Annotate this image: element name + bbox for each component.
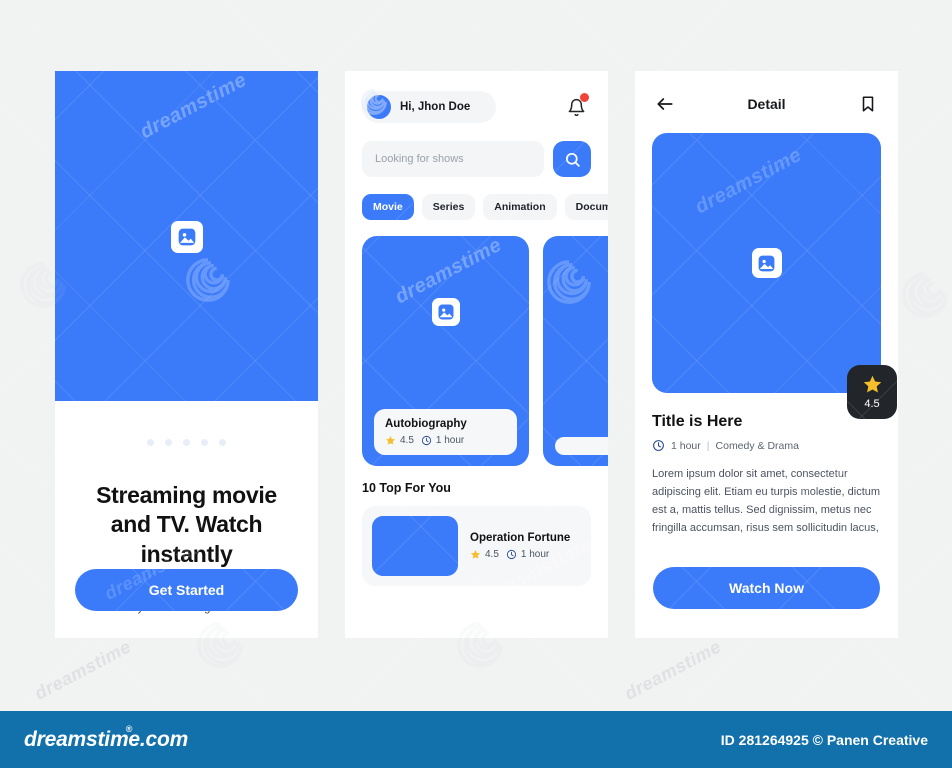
section-title-top-for-you: 10 Top For You bbox=[362, 481, 451, 495]
avatar bbox=[367, 95, 391, 119]
movie-duration: 1 hour bbox=[671, 439, 701, 452]
movie-card[interactable] bbox=[543, 236, 608, 466]
dreamstime-logo-text: dreamstime.com bbox=[24, 727, 189, 751]
phone-screen-onboarding: Streaming movie and TV. Watch instantly … bbox=[55, 71, 318, 638]
dreamstime-footer: ® dreamstime.com ID 281264925 © Panen Cr… bbox=[0, 711, 952, 768]
search-row bbox=[362, 141, 591, 177]
star-icon bbox=[470, 549, 481, 559]
watch-now-button[interactable]: Watch Now bbox=[653, 567, 880, 609]
greeting-text: Hi, Jhon Doe bbox=[400, 101, 471, 113]
star-icon bbox=[385, 435, 396, 445]
status-badge: 4.5 bbox=[847, 365, 897, 419]
page-title: Streaming movie and TV. Watch instantly bbox=[96, 482, 277, 567]
bookmark-icon bbox=[862, 96, 874, 112]
movie-card-info: Autobiography 4.5 1 hour bbox=[374, 409, 517, 455]
list-item-thumbnail bbox=[372, 516, 458, 576]
list-item-title: Operation Fortune bbox=[470, 532, 571, 544]
image-placeholder-icon bbox=[170, 221, 203, 253]
detail-hero-image: 4.5 bbox=[652, 133, 897, 419]
pager-dot[interactable] bbox=[165, 439, 172, 446]
chip-documentary[interactable]: Docum bbox=[564, 194, 608, 220]
movie-meta: 1 hour | Comedy & Drama bbox=[652, 439, 881, 452]
onboarding-hero bbox=[55, 71, 318, 401]
image-credit: ID 281264925 © Panen Creative bbox=[720, 731, 928, 748]
featured-cards-row: Autobiography 4.5 1 hour bbox=[362, 236, 608, 466]
list-item-meta: 4.5 1 hour bbox=[470, 549, 570, 560]
greeting-pill[interactable]: Hi, Jhon Doe bbox=[362, 91, 497, 123]
chip-animation[interactable]: Animation bbox=[483, 194, 557, 220]
movie-genre: Comedy & Drama bbox=[715, 439, 799, 452]
dreamstime-logo: ® dreamstime.com bbox=[24, 724, 189, 752]
watermark-text: dreamstime bbox=[31, 636, 135, 704]
movie-description: Lorem ipsum dolor sit amet, consectetur … bbox=[652, 468, 881, 535]
pager-dot[interactable] bbox=[201, 439, 208, 446]
pager-dots[interactable] bbox=[55, 439, 318, 446]
notification-badge-dot bbox=[580, 93, 589, 102]
watermark-text: dreamstime bbox=[621, 636, 725, 704]
clock-icon bbox=[506, 549, 516, 560]
pager-dot[interactable] bbox=[219, 439, 226, 446]
movie-card-meta: 4.5 1 hour bbox=[385, 435, 506, 446]
movie-card-info bbox=[555, 437, 608, 455]
image-placeholder-icon bbox=[751, 248, 782, 278]
image-placeholder-icon bbox=[431, 298, 460, 326]
meta-separator: | bbox=[706, 439, 710, 452]
back-button[interactable] bbox=[652, 91, 678, 117]
movie-card-duration: 1 hour bbox=[435, 435, 465, 446]
movie-card-title: Autobiography bbox=[385, 418, 467, 430]
movie-card-rating: 4.5 bbox=[400, 435, 414, 446]
clock-icon bbox=[421, 435, 431, 446]
star-icon bbox=[863, 375, 881, 393]
search-button[interactable] bbox=[553, 141, 591, 177]
get-started-button[interactable]: Get Started bbox=[75, 569, 298, 611]
search-icon bbox=[565, 152, 580, 167]
phone-screen-home: Hi, Jhon Doe Looking for shows Movie Ser… bbox=[345, 71, 608, 638]
watermark-spiral bbox=[902, 272, 948, 318]
arrow-left-icon bbox=[657, 98, 673, 110]
page-title: Detail bbox=[747, 96, 786, 112]
rating-value: 4.5 bbox=[864, 398, 880, 410]
pager-dot[interactable] bbox=[147, 439, 154, 446]
pager-dot[interactable] bbox=[183, 439, 190, 446]
movie-title: Title is Here bbox=[652, 413, 743, 430]
category-chips: Movie Series Animation Docum bbox=[362, 194, 608, 220]
home-header: Hi, Jhon Doe bbox=[362, 91, 591, 123]
chip-movie[interactable]: Movie bbox=[362, 194, 414, 220]
search-input[interactable] bbox=[375, 153, 531, 165]
screenshot-stage: Streaming movie and TV. Watch instantly … bbox=[0, 0, 952, 768]
phone-screen-detail: Detail 4.5 Title is Here 1 hour | Comedy… bbox=[635, 71, 898, 638]
list-item-rating: 4.5 bbox=[485, 549, 499, 560]
bookmark-button[interactable] bbox=[855, 91, 881, 117]
chip-series[interactable]: Series bbox=[421, 194, 476, 220]
notification-button[interactable] bbox=[561, 92, 591, 122]
registered-mark: ® bbox=[125, 723, 133, 734]
list-item[interactable]: Operation Fortune 4.5 1 hour bbox=[362, 506, 591, 586]
clock-icon bbox=[653, 440, 664, 451]
list-item-duration: 1 hour bbox=[520, 549, 550, 560]
search-field-wrapper[interactable] bbox=[362, 141, 544, 177]
movie-card[interactable]: Autobiography 4.5 1 hour bbox=[362, 236, 529, 466]
detail-header: Detail bbox=[652, 89, 881, 119]
